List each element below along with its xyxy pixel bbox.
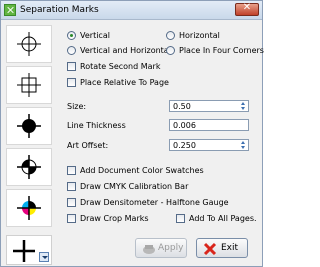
add-doc-color-swatches-checkbox[interactable] (67, 166, 76, 175)
line-thickness-label: Line Thickness (67, 121, 126, 130)
rotate-second-mark-label: Rotate Second Mark (80, 62, 161, 71)
mark-style-dropdown[interactable] (6, 235, 52, 265)
art-offset-field[interactable]: 0.250 (169, 139, 249, 151)
app-icon (4, 4, 16, 16)
draw-densitometer-label: Draw Densitometer - Halftone Gauge (80, 198, 229, 207)
line-thickness-field[interactable]: 0.006 (169, 119, 249, 131)
mark-style-panel (6, 25, 52, 265)
mark-style-filled-circle[interactable] (6, 107, 52, 145)
title-bar: Separation Marks ✕ (1, 1, 262, 20)
close-button[interactable]: ✕ (235, 2, 259, 16)
place-relative-to-page-label: Place Relative To Page (80, 78, 169, 87)
apply-label: Apply (158, 243, 184, 253)
draw-cmyk-bar-label: Draw CMYK Calibration Bar (80, 182, 189, 191)
exit-button[interactable]: Exit (196, 238, 248, 258)
exit-label: Exit (221, 243, 239, 253)
mark-style-crosshair-circle[interactable] (6, 25, 52, 63)
mark-style-quadrant-circle[interactable] (6, 148, 52, 186)
window-title: Separation Marks (20, 5, 99, 15)
cmyk-circle-mark-icon (17, 196, 41, 220)
art-offset-value: 0.250 (173, 141, 196, 150)
separation-marks-dialog: Separation Marks ✕ Vertical Horizontal V… (0, 0, 264, 267)
cross-mark-icon (13, 240, 35, 262)
vertical-label: Vertical (80, 31, 110, 40)
four-corners-label: Place In Four Corners (179, 46, 264, 55)
line-thickness-value: 0.006 (173, 121, 196, 130)
mark-style-crosshair-square[interactable] (6, 66, 52, 104)
close-icon: ✕ (242, 2, 252, 13)
apply-icon (143, 245, 155, 254)
chevron-down-icon[interactable] (39, 252, 49, 262)
draw-crop-marks-checkbox[interactable] (67, 214, 76, 223)
draw-densitometer-checkbox[interactable] (67, 198, 76, 207)
draw-cmyk-bar-checkbox[interactable] (67, 182, 76, 191)
add-to-all-pages-label: Add To All Pages. (189, 214, 257, 223)
size-value: 0.50 (173, 102, 191, 111)
add-doc-color-swatches-label: Add Document Color Swatches (80, 166, 204, 175)
size-field[interactable]: 0.50 (169, 100, 249, 112)
crosshair-circle-icon (17, 32, 41, 56)
apply-button[interactable]: Apply (135, 238, 187, 258)
art-offset-label: Art Offset: (67, 141, 109, 150)
horizontal-label: Horizontal (179, 31, 220, 40)
crosshair-square-icon (17, 73, 41, 97)
draw-crop-marks-label: Draw Crop Marks (80, 214, 149, 223)
rotate-second-mark-checkbox[interactable] (67, 62, 76, 71)
exit-x-icon (203, 242, 217, 256)
quadrant-circle-mark-icon (17, 155, 41, 179)
size-label: Size: (67, 102, 87, 111)
vertical-radio[interactable] (67, 31, 76, 40)
vertical-and-horizontal-label: Vertical and Horizontal (80, 46, 171, 55)
place-relative-to-page-checkbox[interactable] (67, 78, 76, 87)
mark-style-cmyk-circle[interactable] (6, 189, 52, 227)
vertical-and-horizontal-radio[interactable] (67, 46, 76, 55)
horizontal-radio[interactable] (166, 31, 175, 40)
filled-circle-mark-icon (17, 114, 41, 138)
add-to-all-pages-checkbox[interactable] (176, 214, 185, 223)
art-offset-spinner[interactable] (239, 140, 248, 150)
size-spinner[interactable] (239, 101, 248, 111)
four-corners-radio[interactable] (166, 46, 175, 55)
